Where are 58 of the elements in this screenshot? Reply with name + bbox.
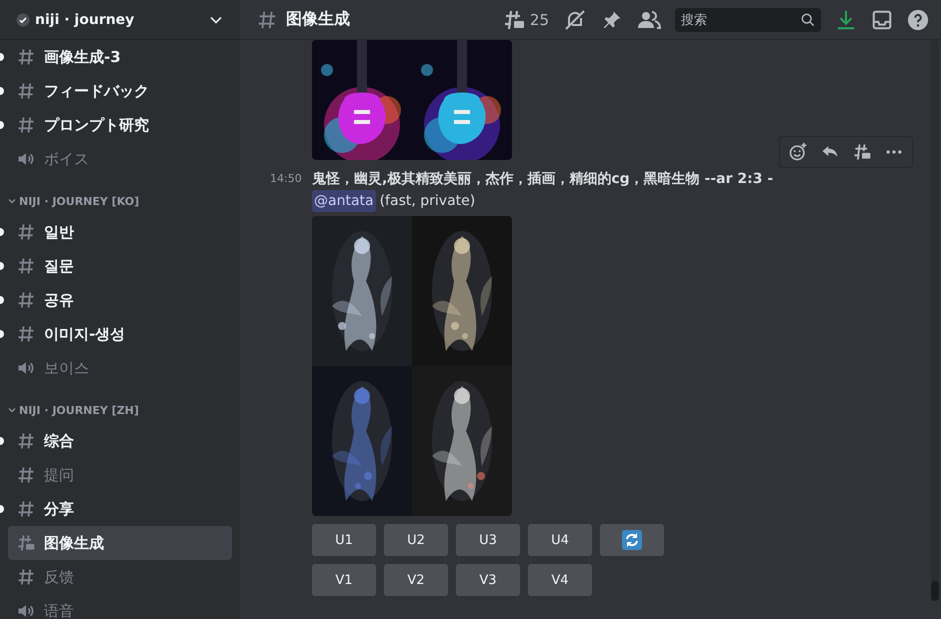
channel-item[interactable]: フィードバック xyxy=(8,74,232,108)
upscale-button[interactable]: U1 xyxy=(312,524,376,556)
user-mention[interactable]: @antata xyxy=(312,190,376,212)
upscale-button[interactable]: V3 xyxy=(456,564,520,596)
hash-icon xyxy=(256,8,278,30)
hash-icon xyxy=(16,47,36,67)
upscale-button[interactable]: V2 xyxy=(384,564,448,596)
channel-title: 图像生成 xyxy=(286,9,351,30)
hash-icon xyxy=(16,290,36,310)
chevron-icon[interactable] xyxy=(8,406,16,414)
server-name[interactable]: niji · journey xyxy=(35,12,203,28)
prompt-text: 鬼怪，幽灵,极其精致美丽，杰作，插画，精细的cg，黑暗生物 --ar 2:3 - xyxy=(312,170,774,189)
hash-icon xyxy=(16,81,36,101)
channel-item[interactable]: ボイス xyxy=(8,142,232,176)
channel-item[interactable]: 综合 xyxy=(8,424,232,458)
add-reaction-icon[interactable] xyxy=(788,142,808,162)
channel-item[interactable]: 공유 xyxy=(8,283,232,317)
channel-item[interactable]: 语音 xyxy=(8,594,232,619)
thread-icon[interactable] xyxy=(852,142,872,162)
upscale-button[interactable]: V1 xyxy=(312,564,376,596)
channel-item[interactable]: 图像生成 xyxy=(8,526,232,560)
hash-icon xyxy=(16,431,36,451)
hash-icon xyxy=(16,465,36,485)
download-icon[interactable] xyxy=(835,8,857,30)
channel-item[interactable]: 질문 xyxy=(8,249,232,283)
bell-muted-icon[interactable] xyxy=(563,8,587,32)
hash-icon xyxy=(16,499,36,519)
help-icon[interactable] xyxy=(907,8,929,30)
channel-item[interactable]: 일반 xyxy=(8,215,232,249)
hash-icon xyxy=(16,256,36,276)
channel-item[interactable]: 画像生成-3 xyxy=(8,40,232,74)
refresh-icon xyxy=(622,530,642,550)
channel-item[interactable]: プロンプト研究 xyxy=(8,108,232,142)
mode-note: (fast, private) xyxy=(380,192,476,211)
inbox-icon[interactable] xyxy=(871,8,893,30)
chevron-icon[interactable] xyxy=(8,197,16,205)
channel-item[interactable]: 보이스 xyxy=(8,351,232,385)
thread-count: 25 xyxy=(530,10,549,28)
channel-item[interactable]: 提问 xyxy=(8,458,232,492)
hash-icon xyxy=(16,567,36,587)
scrollbar-thumb[interactable] xyxy=(931,581,939,601)
channel-item[interactable]: 이미지-생성 xyxy=(8,317,232,351)
search-icon xyxy=(801,12,815,26)
forum-icon xyxy=(16,533,36,553)
upscale-button[interactable]: U2 xyxy=(384,524,448,556)
reroll-button[interactable] xyxy=(600,524,664,556)
search-field[interactable]: 搜索 xyxy=(675,8,821,32)
hash-icon xyxy=(16,324,36,344)
category-label[interactable]: NIJI · JOURNEY [KO] xyxy=(19,194,140,208)
upscale-button[interactable]: U4 xyxy=(528,524,592,556)
hash-icon xyxy=(16,115,36,135)
category-label[interactable]: NIJI · JOURNEY [ZH] xyxy=(19,404,139,416)
upscale-button[interactable]: U3 xyxy=(456,524,520,556)
upscale-button[interactable]: V4 xyxy=(528,564,592,596)
timestamp: 14:50 xyxy=(270,172,302,185)
channel-item[interactable]: 反馈 xyxy=(8,560,232,594)
channel-item[interactable]: 分享 xyxy=(8,492,232,526)
hash-icon xyxy=(16,222,36,242)
